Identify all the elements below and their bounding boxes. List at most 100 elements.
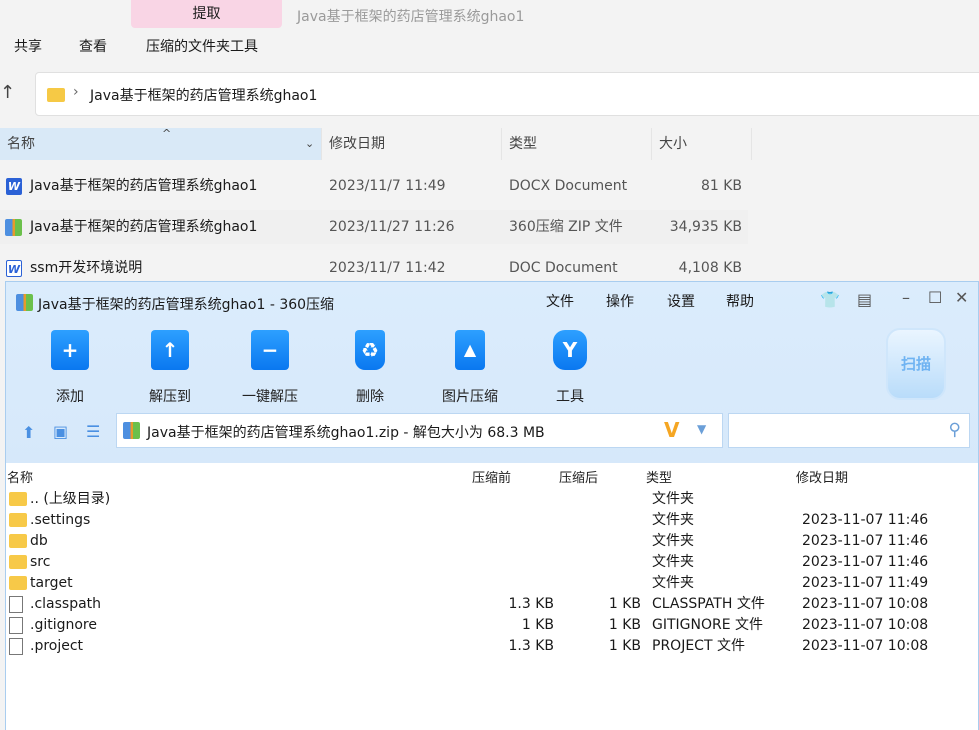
- list-view-icon[interactable]: ☰: [86, 422, 100, 441]
- file-size: 34,935 KB: [669, 219, 742, 235]
- address-text: Java基于框架的药店管理系统ghao1: [90, 88, 318, 104]
- zip-app-icon: [16, 294, 33, 311]
- entry-name: target: [30, 575, 73, 591]
- menu-operate[interactable]: 操作: [606, 291, 634, 311]
- tool-add[interactable]: + 添加: [30, 330, 110, 406]
- entry-name: .gitignore: [30, 617, 97, 633]
- entry-before: 1 KB: [521, 617, 554, 633]
- scan-button[interactable]: 扫描: [886, 328, 946, 400]
- archive-list: 名称 压缩前 压缩后 类型 修改日期 .. (上级目录) 文件夹 .settin…: [6, 463, 978, 730]
- zip-title: Java基于框架的药店管理系统ghao1 - 360压缩: [38, 297, 335, 313]
- col-date[interactable]: 修改日期: [322, 128, 502, 160]
- col-size[interactable]: 大小: [652, 128, 752, 160]
- file-size: 4,108 KB: [678, 260, 742, 276]
- file-date: 2023/11/7 11:49: [329, 178, 446, 194]
- entry-type: GITIGNORE 文件: [652, 617, 764, 633]
- word-icon: W: [6, 177, 22, 195]
- menu-file[interactable]: 文件: [546, 291, 574, 311]
- file-name: Java基于框架的药店管理系统ghao1: [30, 219, 258, 235]
- file-icon: [9, 615, 23, 636]
- file-icon: [9, 636, 23, 657]
- skin-icon[interactable]: 👕: [820, 290, 840, 309]
- tool-tools[interactable]: Y 工具: [530, 330, 610, 406]
- entry-name: .settings: [30, 512, 91, 528]
- search-icon[interactable]: ⚲: [949, 420, 961, 440]
- entry-name: src: [30, 554, 51, 570]
- file-icon: [9, 594, 23, 615]
- tool-delete[interactable]: ♻ 删除: [330, 330, 410, 406]
- col-before[interactable]: 压缩前: [472, 467, 511, 486]
- archive-row[interactable]: .project 1.3 KB 1 KB PROJECT 文件 2023-11-…: [6, 636, 978, 657]
- address-bar[interactable]: › Java基于框架的药店管理系统ghao1: [35, 72, 979, 116]
- entry-type: 文件夹: [652, 575, 694, 591]
- path-text: Java基于框架的药店管理系统ghao1.zip - 解包大小为 68.3 MB: [147, 425, 545, 441]
- folder-icon: [9, 531, 27, 552]
- col-date[interactable]: 修改日期: [796, 467, 848, 486]
- up-arrow-icon[interactable]: ↑: [0, 82, 15, 103]
- archive-row[interactable]: .gitignore 1 KB 1 KB GITIGNORE 文件 2023-1…: [6, 615, 978, 636]
- maximize-icon[interactable]: ☐: [928, 288, 942, 307]
- folder-icon: [9, 489, 27, 510]
- minimize-icon[interactable]: –: [902, 288, 910, 307]
- tool-label: 一键解压: [242, 389, 298, 405]
- entry-type: 文件夹: [652, 554, 694, 570]
- entry-type: 文件夹: [652, 512, 694, 528]
- menu-compressed-tools[interactable]: 压缩的文件夹工具: [146, 36, 258, 56]
- trash-icon: ♻: [355, 330, 385, 370]
- folder-icon: [9, 552, 27, 573]
- entry-before: 1.3 KB: [508, 596, 555, 612]
- entry-after: 1 KB: [608, 617, 641, 633]
- close-icon[interactable]: ✕: [955, 288, 968, 307]
- col-type[interactable]: 类型: [646, 467, 672, 486]
- col-name[interactable]: 名称 ^ ⌄: [0, 127, 322, 160]
- image-icon: ▲: [455, 330, 485, 370]
- zip-icon: [123, 422, 140, 439]
- entry-date: 2023-11-07 11:46: [802, 512, 929, 528]
- archive-row[interactable]: .classpath 1.3 KB 1 KB CLASSPATH 文件 2023…: [6, 594, 978, 615]
- menu-settings[interactable]: 设置: [667, 291, 695, 311]
- file-date: 2023/11/27 11:26: [329, 219, 455, 235]
- one-click-icon: −: [251, 330, 289, 370]
- extract-icon: ↑: [151, 330, 189, 370]
- menu-view[interactable]: 查看: [79, 36, 107, 56]
- file-type: DOC Document: [509, 260, 618, 276]
- entry-name: .. (上级目录): [30, 491, 111, 507]
- search-input[interactable]: ⚲: [728, 413, 970, 448]
- chevron-down-icon[interactable]: ⌄: [305, 128, 314, 160]
- file-name: Java基于框架的药店管理系统ghao1: [30, 178, 258, 194]
- col-after[interactable]: 压缩后: [559, 467, 598, 486]
- archive-row[interactable]: .settings 文件夹 2023-11-07 11:46: [6, 510, 978, 531]
- col-type[interactable]: 类型: [502, 128, 652, 160]
- entry-date: 2023-11-07 11:46: [802, 554, 929, 570]
- tool-label: 图片压缩: [442, 389, 498, 405]
- file-type: DOCX Document: [509, 178, 628, 194]
- menu-help[interactable]: 帮助: [726, 291, 754, 311]
- col-name[interactable]: 名称: [7, 467, 33, 486]
- file-row[interactable]: W Java基于框架的药店管理系统ghao1 2023/11/7 11:49 D…: [0, 169, 748, 203]
- dropdown-icon[interactable]: ▼: [697, 422, 706, 436]
- up-level-icon[interactable]: ⬆: [22, 423, 35, 442]
- entry-date: 2023-11-07 11:46: [802, 533, 929, 549]
- zip-window: Java基于框架的药店管理系统ghao1 - 360压缩 文件 操作 设置 帮助…: [5, 281, 979, 730]
- file-row[interactable]: Java基于框架的药店管理系统ghao1 2023/11/27 11:26 36…: [0, 210, 748, 244]
- path-bar[interactable]: Java基于框架的药店管理系统ghao1.zip - 解包大小为 68.3 MB…: [116, 413, 723, 448]
- tool-image-compress[interactable]: ▲ 图片压缩: [430, 330, 510, 406]
- feedback-icon[interactable]: ▤: [857, 290, 872, 309]
- archive-row[interactable]: .. (上级目录) 文件夹: [6, 489, 978, 510]
- tool-label: 工具: [556, 389, 584, 405]
- entry-type: PROJECT 文件: [652, 638, 745, 654]
- file-size: 81 KB: [700, 178, 742, 194]
- tool-extract-to[interactable]: ↑ 解压到: [130, 330, 210, 406]
- chevron-right-icon: ›: [73, 84, 79, 100]
- file-row[interactable]: W ssm开发环境说明 2023/11/7 11:42 DOC Document…: [0, 251, 748, 285]
- tool-one-click-extract[interactable]: − 一键解压: [230, 330, 310, 406]
- menu-share[interactable]: 共享: [14, 36, 42, 56]
- archive-row[interactable]: src 文件夹 2023-11-07 11:46: [6, 552, 978, 573]
- thumbnail-view-icon[interactable]: ▣: [53, 422, 68, 441]
- tool-label: 删除: [356, 389, 384, 405]
- file-name: ssm开发环境说明: [30, 260, 143, 276]
- archive-row[interactable]: target 文件夹 2023-11-07 11:49: [6, 573, 978, 594]
- ribbon-tab-extract[interactable]: 提取: [131, 0, 282, 28]
- entry-after: 1 KB: [608, 596, 641, 612]
- archive-row[interactable]: db 文件夹 2023-11-07 11:46: [6, 531, 978, 552]
